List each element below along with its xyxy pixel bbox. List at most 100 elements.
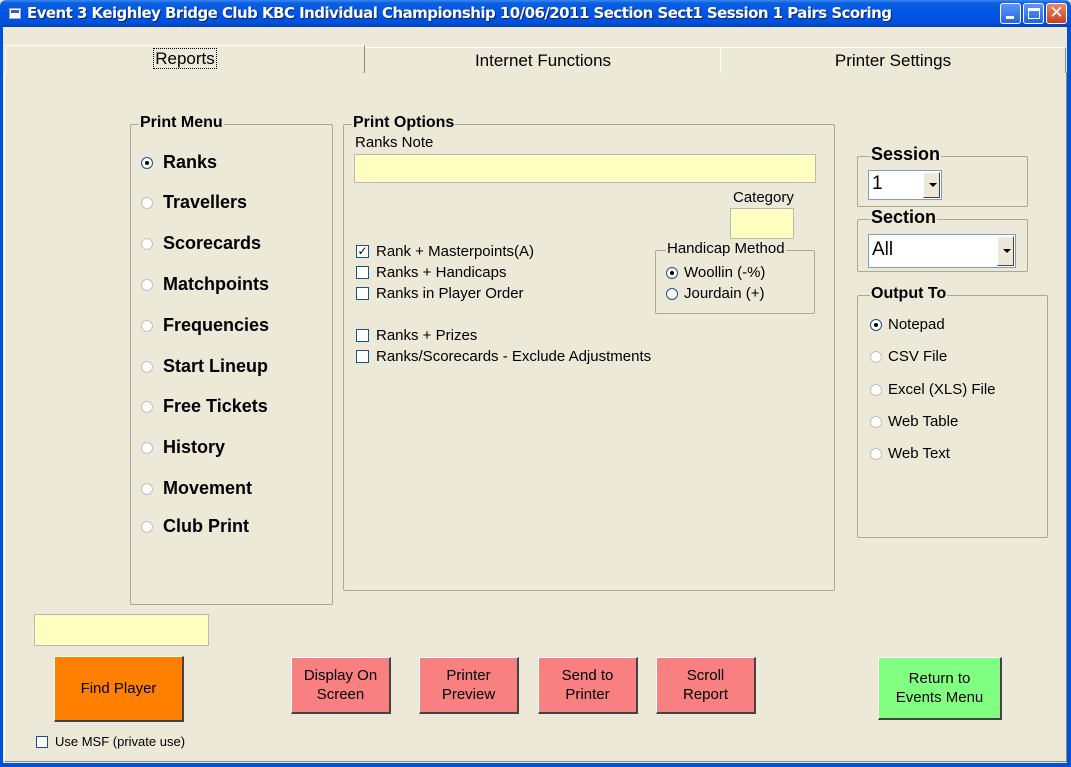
radio-label: History — [163, 437, 226, 457]
handicap-woollin[interactable]: Woollin (-%) — [666, 264, 765, 281]
radio-icon[interactable] — [870, 416, 882, 429]
output-notepad[interactable]: Notepad — [870, 316, 945, 333]
printer-preview-button[interactable]: Printer Preview — [419, 657, 519, 714]
print-menu-item-start-lineup[interactable]: Start Lineup — [141, 356, 268, 377]
radio-icon[interactable] — [870, 384, 882, 397]
radio-icon[interactable] — [870, 319, 882, 332]
chevron-down-icon[interactable] — [997, 236, 1014, 266]
radio-label: Scorecards — [163, 233, 262, 253]
radio-icon[interactable] — [141, 483, 153, 496]
return-to-events-menu-button[interactable]: Return to Events Menu — [878, 657, 1002, 720]
send-to-printer-button[interactable]: Send to Printer — [538, 657, 638, 714]
radio-label: Frequencies — [163, 315, 270, 335]
window-border-bottom — [0, 763, 1071, 767]
output-web-text[interactable]: Web Text — [870, 445, 950, 462]
radio-icon[interactable] — [870, 448, 882, 461]
radio-label: Jourdain (+) — [684, 285, 765, 302]
radio-label: Club Print — [163, 516, 249, 536]
tab-printer-settings[interactable]: Printer Settings — [720, 47, 1066, 73]
checkbox-label: Rank + Masterpoints(A) — [376, 243, 534, 260]
radio-label: Start Lineup — [163, 356, 269, 376]
print-menu-item-travellers[interactable]: Travellers — [141, 192, 247, 213]
tab-internet-functions[interactable]: Internet Functions — [364, 47, 722, 73]
radio-icon[interactable] — [141, 157, 153, 170]
radio-icon[interactable] — [141, 361, 153, 374]
tab-label: Reports — [153, 48, 217, 69]
radio-icon[interactable] — [141, 320, 153, 333]
output-excel[interactable]: Excel (XLS) File — [870, 381, 996, 398]
tab-reports[interactable]: Reports — [5, 45, 365, 73]
check-ranks-player-order[interactable]: Ranks in Player Order — [356, 285, 524, 302]
radio-icon[interactable] — [870, 351, 882, 364]
section-select[interactable]: All — [868, 234, 1016, 268]
use-msf-checkbox[interactable]: Use MSF (private use) — [36, 734, 185, 749]
find-player-button[interactable]: Find Player — [54, 656, 184, 722]
radio-label: Excel (XLS) File — [888, 381, 996, 398]
window-border-left — [0, 27, 3, 767]
radio-icon[interactable] — [141, 401, 153, 414]
checkbox-icon[interactable] — [356, 265, 369, 279]
checkbox-label: Use MSF (private use) — [55, 734, 186, 749]
print-menu-item-matchpoints[interactable]: Matchpoints — [141, 274, 269, 295]
print-options-title: Print Options — [352, 114, 456, 132]
section-title: Section — [870, 207, 938, 227]
check-exclude-adjustments[interactable]: Ranks/Scorecards - Exclude Adjustments — [356, 348, 651, 365]
checkbox-label: Ranks in Player Order — [376, 285, 524, 302]
ranks-note-input[interactable] — [354, 154, 816, 183]
checkbox-icon[interactable] — [356, 286, 369, 300]
radio-label: Woollin (-%) — [684, 264, 766, 281]
window-title: Event 3 Keighley Bridge Club KBC Individ… — [27, 4, 892, 22]
maximize-button[interactable] — [1023, 3, 1044, 24]
radio-icon[interactable] — [666, 288, 678, 301]
minimize-button[interactable] — [1000, 3, 1021, 24]
print-menu-item-club-print[interactable]: Club Print — [141, 516, 249, 537]
radio-label: Web Table — [888, 413, 959, 430]
handicap-method-group: Handicap Method — [655, 240, 815, 314]
checkbox-icon[interactable] — [36, 735, 48, 748]
app-icon[interactable] — [9, 8, 21, 19]
radio-icon[interactable] — [141, 442, 153, 455]
print-menu-item-history[interactable]: History — [141, 437, 225, 458]
radio-icon[interactable] — [666, 267, 678, 280]
scroll-report-button[interactable]: Scroll Report — [656, 657, 756, 714]
maximize-icon — [1028, 8, 1040, 19]
section-value: All — [872, 239, 894, 260]
session-title: Session — [870, 144, 942, 164]
tab-label: Printer Settings — [834, 51, 952, 70]
session-select[interactable]: 1 — [868, 170, 942, 200]
close-button[interactable]: ✕ — [1046, 3, 1067, 24]
player-search-input[interactable] — [34, 614, 209, 646]
checkbox-label: Ranks/Scorecards - Exclude Adjustments — [376, 348, 652, 365]
category-input[interactable] — [730, 208, 794, 239]
handicap-jourdain[interactable]: Jourdain (+) — [666, 285, 764, 302]
chevron-down-icon[interactable] — [923, 172, 940, 198]
print-menu-item-movement[interactable]: Movement — [141, 478, 252, 499]
minimize-icon — [1006, 16, 1014, 19]
checkbox-icon[interactable]: ✓ — [356, 244, 369, 258]
output-web-table[interactable]: Web Table — [870, 413, 958, 430]
radio-icon[interactable] — [141, 238, 153, 251]
radio-icon[interactable] — [141, 197, 153, 210]
print-menu-title: Print Menu — [139, 114, 224, 132]
category-label: Category — [733, 189, 794, 206]
handicap-method-title: Handicap Method — [666, 240, 786, 258]
checkbox-icon[interactable] — [356, 349, 369, 363]
radio-icon[interactable] — [141, 279, 153, 292]
radio-label: Notepad — [888, 316, 945, 333]
print-menu-item-scorecards[interactable]: Scorecards — [141, 233, 261, 254]
checkbox-icon[interactable] — [356, 328, 369, 342]
print-menu-item-frequencies[interactable]: Frequencies — [141, 315, 269, 336]
radio-label: Ranks — [163, 152, 218, 172]
radio-label: Free Tickets — [163, 396, 268, 416]
display-on-screen-button[interactable]: Display On Screen — [291, 657, 391, 714]
session-value: 1 — [872, 173, 883, 194]
print-menu-item-free-tickets[interactable]: Free Tickets — [141, 396, 268, 417]
check-ranks-prizes[interactable]: Ranks + Prizes — [356, 327, 477, 344]
check-ranks-handicaps[interactable]: Ranks + Handicaps — [356, 264, 507, 281]
radio-icon[interactable] — [141, 521, 153, 534]
tab-label: Internet Functions — [474, 51, 612, 70]
radio-label: Matchpoints — [163, 274, 269, 294]
print-menu-item-ranks[interactable]: Ranks — [141, 152, 217, 173]
check-rank-masterpoints[interactable]: ✓ Rank + Masterpoints(A) — [356, 243, 534, 260]
output-csv[interactable]: CSV File — [870, 348, 947, 365]
